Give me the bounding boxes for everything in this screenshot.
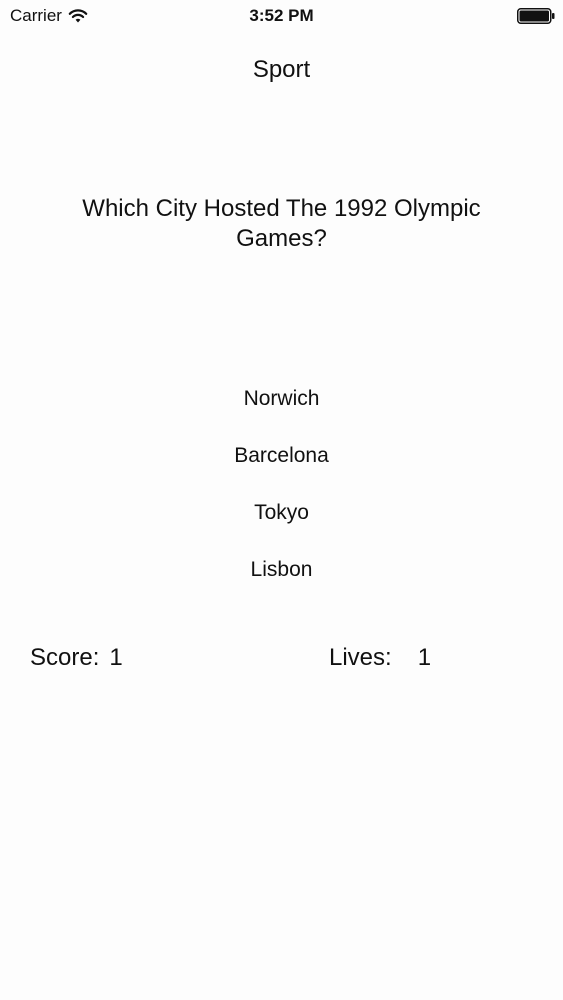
- answer-button-lisbon[interactable]: Lisbon: [182, 541, 382, 598]
- score-value: 1: [109, 644, 123, 671]
- lives-display: Lives: 1: [329, 644, 431, 672]
- score-display: Score: 1: [30, 644, 123, 672]
- battery-full-icon: [517, 8, 555, 24]
- lives-label: Lives:: [329, 644, 392, 671]
- answer-list: Norwich Barcelona Tokyo Lisbon: [0, 370, 563, 598]
- question-text: Which City Hosted The 1992 Olympic Games…: [82, 195, 481, 252]
- status-bar: Carrier 3:52 PM: [0, 0, 563, 32]
- score-label: Score:: [30, 644, 100, 671]
- answer-button-norwich[interactable]: Norwich: [182, 370, 382, 427]
- lives-value: 1: [417, 644, 432, 671]
- answer-button-barcelona[interactable]: Barcelona: [182, 427, 382, 484]
- status-time: 3:52 PM: [249, 6, 314, 25]
- answer-button-tokyo[interactable]: Tokyo: [182, 484, 382, 541]
- page-title: Sport: [252, 56, 311, 83]
- stats-row: Score: 1 Lives: 1: [0, 644, 563, 674]
